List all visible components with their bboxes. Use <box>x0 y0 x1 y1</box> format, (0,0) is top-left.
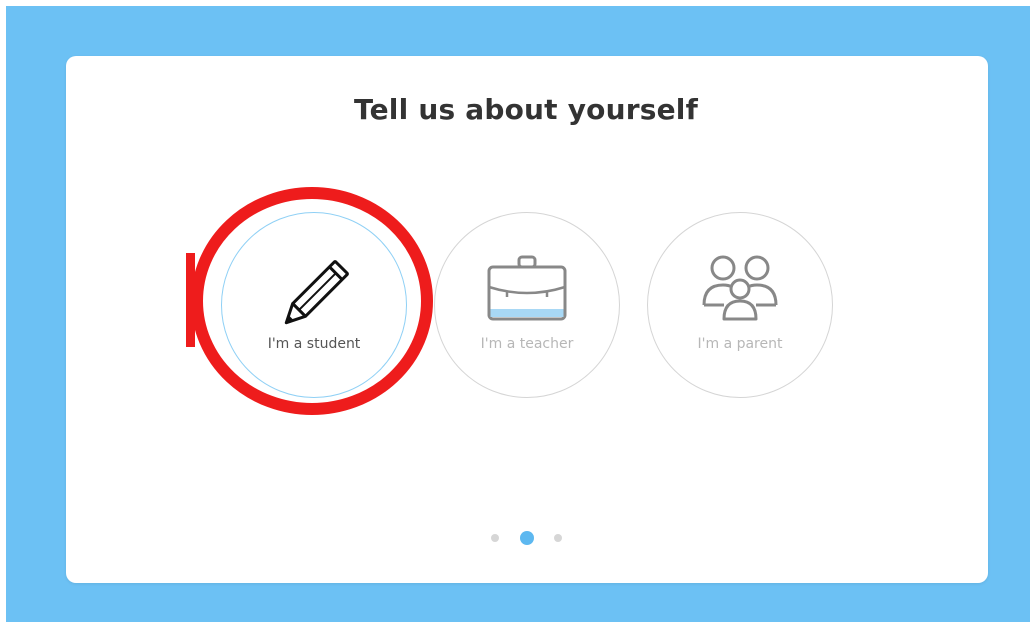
parent-option-label: I'm a parent <box>697 336 783 352</box>
page-title: Tell us about yourself <box>354 93 698 126</box>
teacher-option[interactable]: I'm a teacher <box>434 212 620 398</box>
student-option-label: I'm a student <box>267 336 361 352</box>
family-icon <box>702 255 778 321</box>
briefcase-icon <box>487 255 567 321</box>
pagination-dot-2-active[interactable] <box>520 531 534 545</box>
pagination-dot-1[interactable] <box>491 534 499 542</box>
pagination-dots <box>487 531 567 545</box>
pagination-dot-3[interactable] <box>554 534 562 542</box>
parent-option[interactable]: I'm a parent <box>647 212 833 398</box>
student-option[interactable]: I'm a student <box>221 212 407 398</box>
pencil-icon <box>284 260 349 325</box>
teacher-option-label: I'm a teacher <box>480 336 574 352</box>
